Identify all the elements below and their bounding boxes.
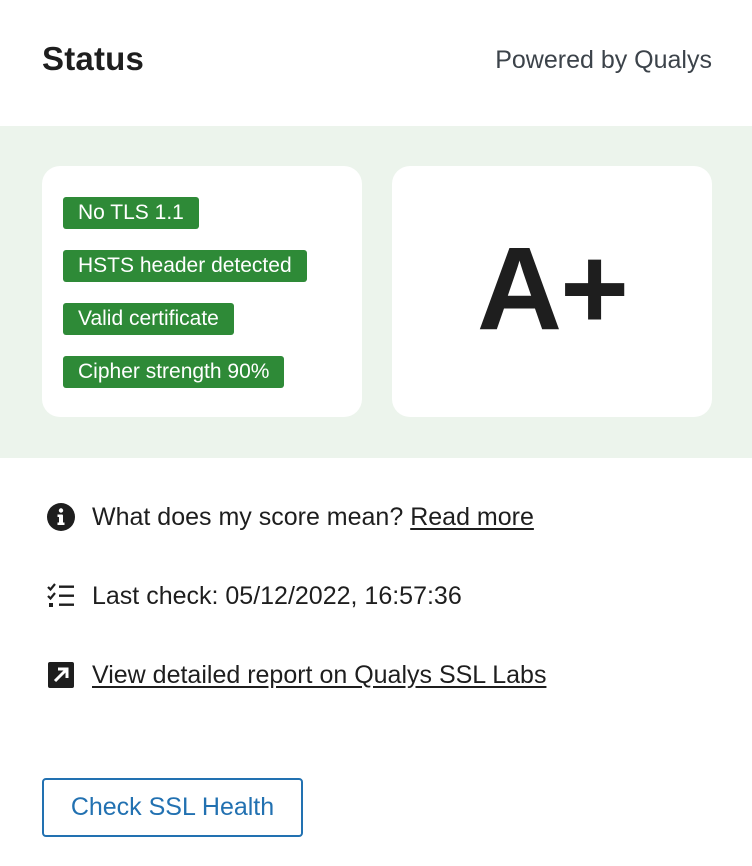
checklist-icon	[46, 581, 76, 611]
status-header: Status Powered by Qualys	[0, 0, 752, 126]
status-badge: Cipher strength 90%	[63, 356, 285, 388]
qualys-report-link[interactable]: View detailed report on Qualys SSL Labs	[92, 661, 546, 690]
last-check-text: Last check: 05/12/2022, 16:57:36	[92, 581, 462, 610]
report-link-row: View detailed report on Qualys SSL Labs	[46, 660, 546, 690]
badges-card: No TLS 1.1 HSTS header detected Valid ce…	[42, 166, 362, 417]
ssl-status-panel: No TLS 1.1 HSTS header detected Valid ce…	[0, 126, 752, 458]
status-badge: No TLS 1.1	[63, 197, 199, 229]
ssl-grade: A+	[476, 222, 629, 355]
score-question-text: What does my score mean?	[92, 502, 404, 531]
score-info-row: What does my score mean? Read more	[46, 502, 534, 532]
status-badge: Valid certificate	[63, 303, 234, 335]
status-badge: HSTS header detected	[63, 250, 307, 282]
check-ssl-health-button[interactable]: Check SSL Health	[42, 778, 303, 837]
grade-card: A+	[392, 166, 712, 417]
read-more-link[interactable]: Read more	[410, 503, 534, 532]
page-title: Status	[42, 40, 145, 77]
info-icon	[46, 502, 76, 532]
last-check-row: Last check: 05/12/2022, 16:57:36	[46, 581, 462, 611]
external-link-icon	[46, 660, 76, 690]
powered-by-label: Powered by Qualys	[495, 46, 712, 74]
